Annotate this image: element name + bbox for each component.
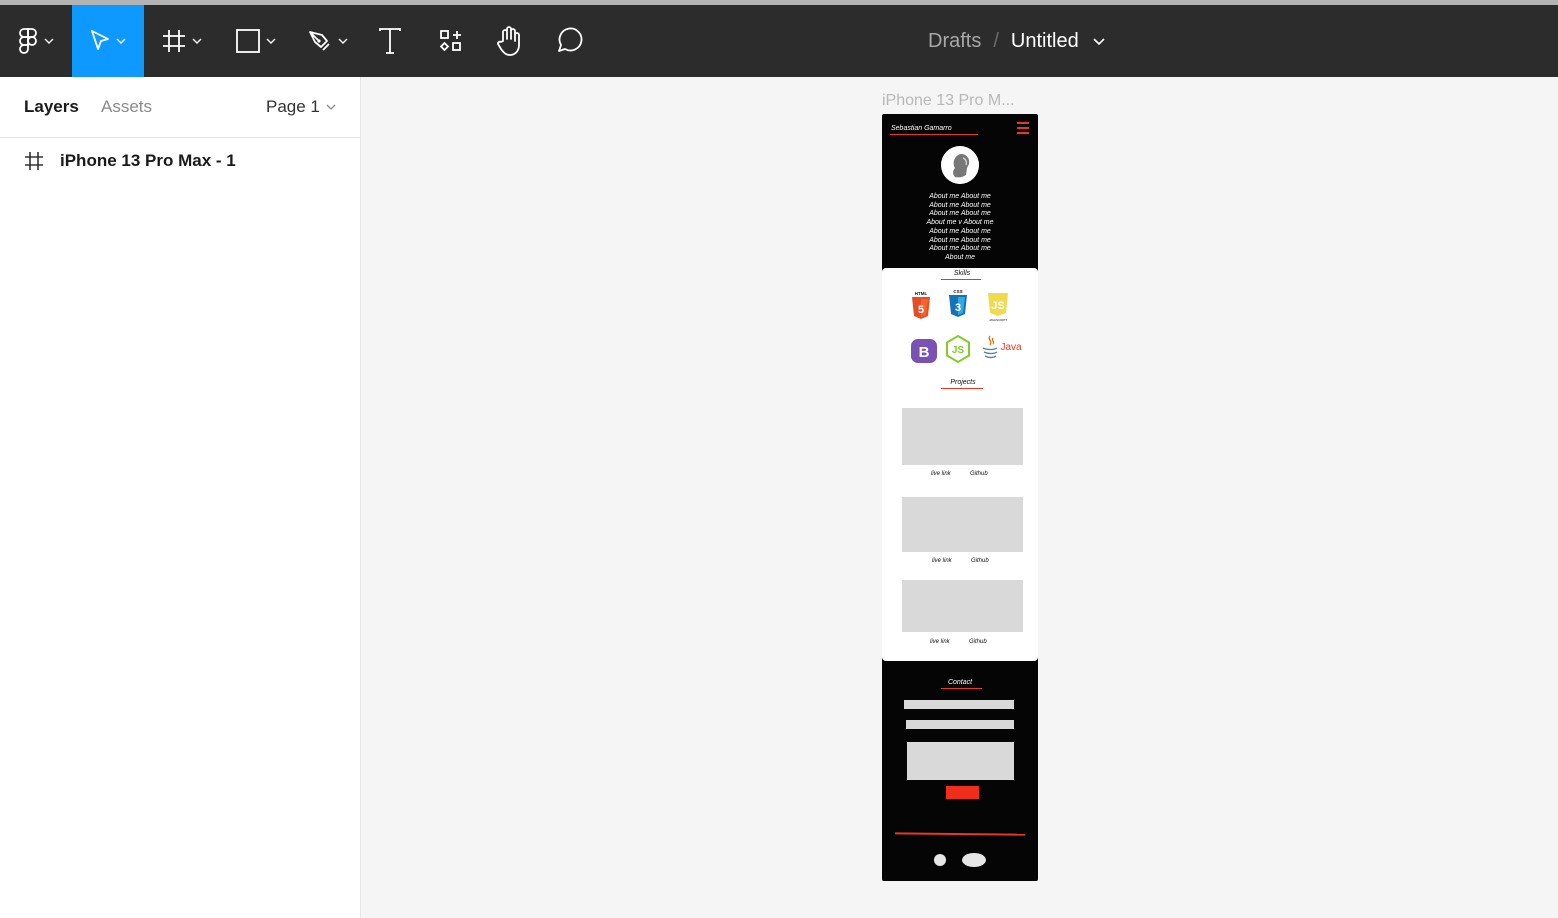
comment-bubble-icon xyxy=(558,27,583,52)
breadcrumb-separator: / xyxy=(993,29,999,52)
contact-send-button xyxy=(946,786,979,799)
chevron-down-icon[interactable] xyxy=(1093,37,1105,45)
frame-hash-icon xyxy=(163,30,185,52)
chevron-down-icon xyxy=(266,38,276,44)
contact-title: Contact xyxy=(947,679,973,686)
cursor-arrow-icon xyxy=(91,30,109,50)
about-line: About me xyxy=(945,253,975,261)
left-panel: Layers Assets Page 1 iPhone 13 Pro Max -… xyxy=(0,77,361,918)
java-icon: Java xyxy=(980,334,1024,362)
main-menu-button[interactable] xyxy=(0,5,72,77)
bootstrap-badge: B xyxy=(919,344,930,361)
phone-frame[interactable]: Sebastian Gamarro About me About me Abou… xyxy=(882,114,1038,881)
comment-tool-button[interactable] xyxy=(549,5,589,77)
about-line: About me About me xyxy=(929,236,991,244)
hand-tool-button[interactable] xyxy=(489,5,529,77)
content-section: Skills HTML 5 CSS 3 JS JAVASCRIPT B JS Java… xyxy=(882,268,1038,661)
projects-title: Projects xyxy=(950,379,976,386)
skills-underline xyxy=(941,279,981,280)
about-line: About me v About me xyxy=(926,219,994,227)
project-github-link: Github xyxy=(971,558,989,564)
header-name: Sebastian Gamarro xyxy=(891,125,952,132)
project-image-placeholder xyxy=(902,408,1023,465)
breadcrumb-drafts[interactable]: Drafts xyxy=(928,30,981,53)
tab-layers[interactable]: Layers xyxy=(24,97,79,117)
project-image-placeholder xyxy=(902,580,1023,632)
chevron-down-icon xyxy=(338,38,348,44)
contact-name-field xyxy=(904,700,1014,709)
javascript-icon: JS JAVASCRIPT xyxy=(984,292,1012,324)
layer-item[interactable]: iPhone 13 Pro Max - 1 xyxy=(24,151,236,171)
tab-assets[interactable]: Assets xyxy=(101,97,152,117)
breadcrumb: Drafts / Untitled xyxy=(928,5,1105,77)
text-tool-button[interactable] xyxy=(370,5,410,77)
about-line: About me About me xyxy=(929,245,991,253)
footer-divider xyxy=(894,832,1026,836)
header-underline xyxy=(890,134,978,135)
project-live-link: live link xyxy=(930,639,950,645)
chevron-down-icon xyxy=(44,38,54,44)
about-line: About me About me xyxy=(929,227,991,235)
js-label: JAVASCRIPT xyxy=(989,318,1007,322)
resources-tool-button[interactable] xyxy=(431,5,471,77)
hamburger-menu-icon xyxy=(1017,122,1029,136)
css3-icon: CSS 3 xyxy=(947,288,969,318)
contact-underline xyxy=(941,688,982,689)
shape-tool-button[interactable] xyxy=(226,5,286,77)
file-title[interactable]: Untitled xyxy=(1011,30,1079,53)
project-image-placeholder xyxy=(902,497,1023,552)
html5-icon: HTML 5 xyxy=(910,290,932,320)
projects-underline xyxy=(941,388,983,389)
social-icon xyxy=(934,854,946,866)
frame-label[interactable]: iPhone 13 Pro M... xyxy=(882,92,1015,110)
move-tool-button[interactable] xyxy=(72,5,144,77)
page-selector-label: Page 1 xyxy=(266,97,320,116)
toolbar: Drafts / Untitled xyxy=(0,5,1558,77)
figma-logo-icon xyxy=(19,28,37,54)
bootstrap-icon: B xyxy=(909,337,939,365)
social-icon xyxy=(962,853,986,867)
html-label: HTML xyxy=(915,291,928,296)
project-live-link: live link xyxy=(931,471,951,477)
node-badge: JS xyxy=(952,345,965,356)
js-badge: JS xyxy=(991,300,1004,312)
frame-tool-button[interactable] xyxy=(152,5,212,77)
pen-tool-button[interactable] xyxy=(298,5,358,77)
java-label: Java xyxy=(1000,342,1022,353)
about-line: About me About me xyxy=(929,210,991,218)
project-github-link: Github xyxy=(969,639,987,645)
css-badge: 3 xyxy=(955,302,961,314)
nodejs-icon: JS xyxy=(944,334,972,364)
about-line: About me About me xyxy=(929,201,991,209)
components-grid-icon xyxy=(440,30,461,52)
about-text: About me About me About me About me Abou… xyxy=(910,193,1010,263)
project-github-link: Github xyxy=(970,471,988,477)
pen-nib-icon xyxy=(309,31,330,51)
contact-email-field xyxy=(906,720,1014,729)
skills-title: Skills xyxy=(953,270,971,277)
project-live-link: live link xyxy=(932,558,952,564)
page-selector[interactable]: Page 1 xyxy=(266,97,336,117)
chevron-down-icon xyxy=(192,38,202,44)
css-label: CSS xyxy=(953,289,962,294)
about-line: About me About me xyxy=(929,193,991,200)
canvas[interactable]: iPhone 13 Pro M... Sebastian Gamarro Abo… xyxy=(362,77,1558,918)
hand-icon xyxy=(497,26,520,56)
chevron-down-icon xyxy=(326,104,336,110)
html-badge: 5 xyxy=(918,304,924,316)
contact-message-field xyxy=(907,742,1014,780)
frame-hash-icon xyxy=(25,152,43,170)
panel-tabs: Layers Assets Page 1 xyxy=(0,77,360,138)
layer-name: iPhone 13 Pro Max - 1 xyxy=(60,151,236,170)
rectangle-icon xyxy=(236,29,260,53)
avatar xyxy=(941,146,979,184)
text-t-icon xyxy=(379,28,401,54)
chevron-down-icon xyxy=(116,38,126,44)
